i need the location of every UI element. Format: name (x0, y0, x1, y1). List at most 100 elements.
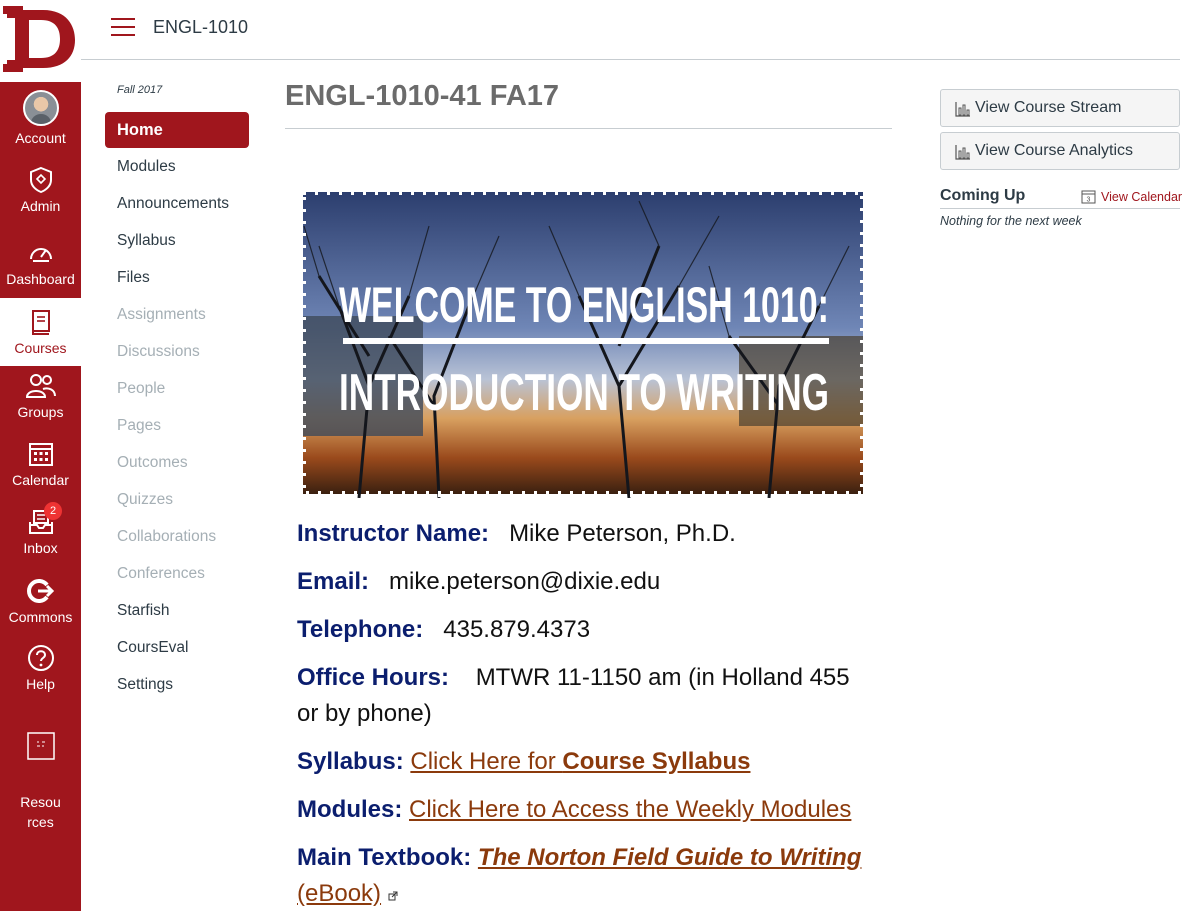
office-hours-value-cont: or by phone) (297, 700, 432, 727)
calendar-icon-day: 3 (1087, 197, 1091, 204)
view-course-analytics-label: View Course Analytics (975, 142, 1133, 159)
resources-icon (26, 732, 55, 760)
course-nav-settings[interactable]: Settings (105, 666, 249, 703)
course-nav-syllabus[interactable]: Syllabus (105, 222, 249, 259)
global-nav-inbox-label: Inbox (23, 540, 58, 556)
global-nav-help[interactable]: Help (0, 644, 81, 692)
global-nav-account-label: Account (15, 130, 66, 146)
office-hours-value: MTWR 11-1150 am (in Holland 455 (475, 664, 850, 691)
course-nav: Home Modules Announcements Syllabus File… (105, 112, 249, 703)
bar-chart-icon (955, 145, 970, 160)
instructor-row: Instructor Name: Mike Peterson, Ph.D. (297, 520, 736, 548)
ebook-link[interactable]: (eBook) (297, 880, 381, 907)
commons-icon (26, 579, 54, 603)
textbook-label: Main Textbook: (297, 844, 472, 871)
breadcrumb[interactable]: ENGL-1010 (153, 17, 248, 38)
course-nav-discussions[interactable]: Discussions (105, 333, 249, 370)
banner-line-2: INTRODUCTION TO WRITING (339, 364, 829, 422)
title-divider (285, 128, 892, 129)
calendar-icon: 3 (1081, 190, 1096, 204)
course-nav-home[interactable]: Home (105, 112, 249, 148)
office-hours-label: Office Hours: (297, 664, 450, 691)
syllabus-row: Syllabus: Click Here for Course Syllabus (297, 748, 750, 776)
global-nav-calendar-label: Calendar (12, 472, 69, 488)
course-nav-starfish[interactable]: Starfish (105, 592, 249, 629)
view-course-stream-button[interactable]: View Course Stream (940, 89, 1180, 127)
modules-label: Modules: (297, 796, 403, 823)
global-nav-inbox[interactable]: 2 Inbox (0, 502, 81, 556)
syllabus-link-text: Click Here for (410, 748, 563, 775)
textbook-row-cont: (eBook) (297, 880, 398, 908)
global-nav-commons-label: Commons (8, 609, 73, 625)
course-term: Fall 2017 (117, 84, 163, 96)
course-nav-assignments[interactable]: Assignments (105, 296, 249, 333)
global-nav-courses[interactable]: Courses (0, 298, 81, 366)
welcome-banner-image: WELCOME TO ENGLISH 1010: INTRODUCTION TO… (300, 189, 866, 498)
course-nav-conferences[interactable]: Conferences (105, 555, 249, 592)
bar-chart-icon (955, 102, 970, 117)
modules-link[interactable]: Click Here to Access the Weekly Modules (409, 796, 851, 823)
global-nav-courses-label: Courses (14, 340, 67, 356)
syllabus-label: Syllabus: (297, 748, 404, 775)
global-nav-dashboard[interactable]: Dashboard (0, 239, 81, 287)
syllabus-link-bold: Course Syllabus (562, 748, 751, 775)
coming-up-heading: Coming Up (940, 187, 1026, 204)
groups-icon (25, 374, 56, 398)
instructor-value: Mike Peterson, Ph.D. (509, 520, 736, 547)
course-nav-files[interactable]: Files (105, 259, 249, 296)
global-nav-help-label: Help (26, 676, 55, 692)
global-nav-dashboard-label: Dashboard (6, 271, 75, 287)
global-nav-calendar[interactable]: Calendar (0, 440, 81, 488)
global-nav-commons[interactable]: Commons (0, 577, 81, 625)
book-icon (31, 310, 50, 335)
course-nav-collaborations[interactable]: Collaborations (105, 518, 249, 555)
email-label: Email: (297, 568, 370, 595)
telephone-row: Telephone: 435.879.4373 (297, 616, 590, 644)
coming-up-empty-text: Nothing for the next week (940, 214, 1082, 228)
course-nav-courseval[interactable]: CoursEval (105, 629, 249, 666)
course-nav-modules[interactable]: Modules (105, 148, 249, 185)
shield-icon (29, 166, 52, 194)
banner-line-1: WELCOME TO ENGLISH 1010: (339, 277, 829, 333)
textbook-link[interactable]: The Norton Field Guide to Writing (478, 844, 862, 871)
textbook-row: Main Textbook: The Norton Field Guide to… (297, 844, 861, 872)
view-calendar-label: View Calendar (1101, 190, 1183, 204)
office-hours-row: Office Hours: MTWR 11-1150 am (in Hollan… (297, 664, 850, 692)
global-nav-groups[interactable]: Groups (0, 372, 81, 420)
coming-up-divider (940, 208, 1180, 209)
modules-row: Modules: Click Here to Access the Weekly… (297, 796, 851, 824)
global-nav: Account Admin Dashboard Courses Groups C… (0, 0, 81, 911)
telephone-value: 435.879.4373 (443, 616, 591, 643)
user-avatar (22, 90, 59, 126)
view-calendar-link[interactable]: 3 View Calendar (1081, 189, 1182, 204)
global-nav-resources-label: Resou rces (20, 794, 61, 830)
global-nav-groups-label: Groups (17, 404, 64, 420)
course-nav-announcements[interactable]: Announcements (105, 185, 249, 222)
view-course-analytics-button[interactable]: View Course Analytics (940, 132, 1180, 170)
telephone-label: Telephone: (297, 616, 424, 643)
office-hours-row-cont: or by phone) (297, 700, 432, 728)
course-nav-pages[interactable]: Pages (105, 407, 249, 444)
course-nav-quizzes[interactable]: Quizzes (105, 481, 249, 518)
course-nav-people[interactable]: People (105, 370, 249, 407)
hamburger-menu-icon[interactable] (111, 18, 135, 38)
external-link-icon (388, 891, 398, 901)
instructor-label: Instructor Name: (297, 520, 490, 547)
course-nav-outcomes[interactable]: Outcomes (105, 444, 249, 481)
help-icon (27, 645, 54, 671)
speedometer-icon (29, 248, 52, 262)
syllabus-link[interactable]: Click Here for Course Syllabus (410, 748, 750, 775)
global-nav-admin[interactable]: Admin (0, 166, 81, 214)
email-value: mike.peterson@dixie.edu (389, 568, 661, 595)
global-nav-admin-label: Admin (20, 198, 61, 214)
page-title: ENGL-1010-41 FA17 (285, 80, 560, 112)
school-logo[interactable] (0, 0, 81, 82)
textbook-link-title: The Norton Field Guide to Writing (477, 844, 862, 871)
global-nav-resources[interactable]: Resou rces (0, 712, 81, 832)
calendar-icon (28, 443, 53, 466)
view-course-stream-label: View Course Stream (975, 99, 1122, 116)
course-header: ENGL-1010 (81, 0, 1180, 60)
email-row: Email: mike.peterson@dixie.edu (297, 568, 660, 596)
inbox-unread-badge: 2 (44, 502, 62, 520)
global-nav-account[interactable]: Account (0, 90, 81, 146)
